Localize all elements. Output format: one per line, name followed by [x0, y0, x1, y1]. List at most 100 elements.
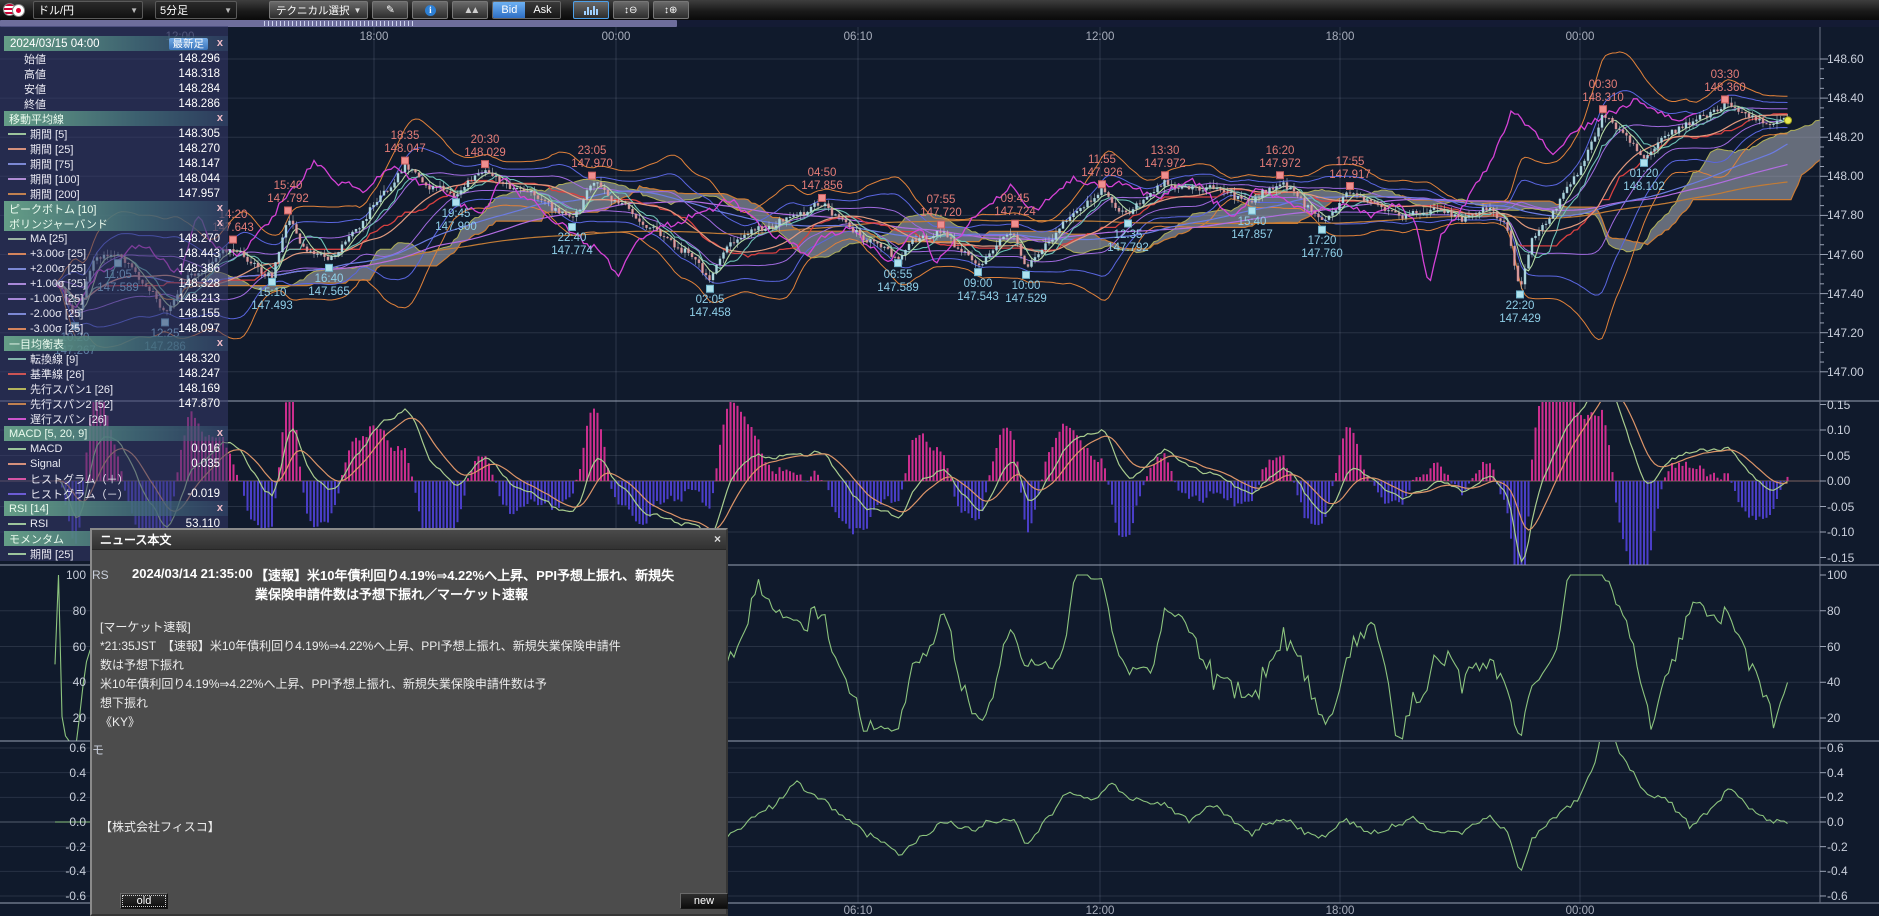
technical-select-button[interactable]: テクニカル選択 ▼	[269, 1, 368, 19]
zoom-in-button[interactable]: ↕⊕	[653, 1, 689, 19]
timeframe-select[interactable]: 5分足 ▼	[155, 1, 237, 19]
price-axis-label: 148.40	[1827, 91, 1864, 105]
macd-axis-label: -0.15	[1827, 551, 1854, 565]
indicator-value: 148.097	[178, 323, 220, 335]
bid-button[interactable]: Bid	[493, 2, 525, 18]
close-icon[interactable]: ×	[714, 532, 721, 546]
close-icon[interactable]: x	[217, 112, 223, 124]
line-color-swatch	[8, 478, 26, 480]
price-axis-label: 147.80	[1827, 208, 1864, 222]
peak-time-label: 13:30	[1127, 145, 1203, 157]
quote-header-row: 2024/03/15 04:00最新足x	[4, 36, 228, 51]
bottom-time-label: 10:00	[988, 280, 1064, 292]
news-headline-line1: 【速報】米10年債利回り4.19%⇒4.22%へ上昇、PPI予想上振れ、新規失	[255, 566, 727, 585]
peak-price-label: 147.917	[1312, 169, 1388, 181]
bottom-time-label: 15:40	[1214, 216, 1290, 228]
indicator-row: -2.00σ [25] 148.155	[4, 306, 228, 321]
close-icon[interactable]: x	[217, 37, 223, 49]
news-window-title: ニュース本文	[100, 531, 171, 548]
bottom-price-label: 147.529	[988, 293, 1064, 305]
indicator-value: 148.270	[178, 143, 220, 155]
mountain-chart-icon: ▲▲	[464, 5, 478, 16]
line-color-swatch	[8, 448, 26, 450]
indicator-row: 期間 [200]147.957	[4, 186, 228, 201]
waveform-icon	[584, 6, 598, 15]
quote-datetime: 2024/03/15 04:00	[10, 38, 100, 50]
peak-time-label: 23:05	[554, 145, 630, 157]
indicator-value: 148.247	[178, 368, 220, 380]
peak-price-label: 148.047	[367, 143, 443, 155]
time-label-bottom: 12:00	[1070, 905, 1130, 916]
quote-label: 高値	[24, 66, 46, 82]
peak-price-label: 147.856	[784, 180, 860, 192]
currency-pair-label: ドル/円	[38, 2, 74, 18]
peak-price-label: 147.720	[903, 207, 979, 219]
jp-flag-icon	[12, 4, 25, 17]
indicator-label: -2.00σ [25]	[30, 308, 83, 320]
close-icon[interactable]: x	[217, 217, 223, 229]
close-icon[interactable]: x	[217, 427, 223, 439]
chart-range-scrollbar[interactable]	[0, 20, 1879, 27]
indicator-row: -3.00σ [25]148.097	[4, 321, 228, 336]
peak-price-label: 147.972	[1242, 158, 1318, 170]
time-label-bottom: 00:00	[1550, 905, 1610, 916]
line-color-swatch	[8, 193, 26, 195]
news-window-titlebar[interactable]: ニュース本文 ×	[92, 530, 726, 550]
quote-row: 高値148.318	[4, 66, 228, 81]
line-color-swatch	[8, 523, 26, 525]
indicator-value: 148.147	[178, 158, 220, 170]
indicator-value: 148.270	[178, 233, 220, 245]
indicator-row: 基準線 [26]148.247	[4, 366, 228, 381]
line-color-swatch	[8, 388, 26, 390]
zoom-out-button[interactable]: ↕⊖	[613, 1, 649, 19]
quote-label: 始値	[24, 51, 46, 67]
indicator-section-title: 一目均衡表	[9, 336, 64, 352]
indicator-value: 147.957	[178, 188, 220, 200]
peak-price-label: 147.972	[1127, 158, 1203, 170]
indicator-value: 148.155	[178, 308, 220, 320]
ask-button[interactable]: Ask	[525, 2, 559, 18]
bottom-price-label: 147.565	[291, 286, 367, 298]
momentum-axis-label: 0.0	[1827, 815, 1844, 829]
indicator-label: 遅行スパン [26]	[30, 411, 107, 427]
peak-time-label: 04:50	[784, 167, 860, 179]
news-source: 【株式会社フィスコ】	[100, 818, 220, 835]
chart-type-button[interactable]: ▲▲	[452, 1, 488, 19]
momentum-left-axis-label: -0.6	[24, 889, 86, 903]
line-color-swatch	[8, 358, 26, 360]
time-label-top: 00:00	[1550, 31, 1610, 43]
indicator-value: 148.169	[178, 383, 220, 395]
indicator-row: 先行スパン1 [26]148.169	[4, 381, 228, 396]
line-color-swatch	[8, 553, 26, 555]
peak-time-label: 18:35	[367, 130, 443, 142]
close-icon[interactable]: x	[217, 502, 223, 514]
indicator-row: -1.00σ [25]148.213	[4, 291, 228, 306]
momentum-axis-label: 0.2	[1827, 790, 1844, 804]
draw-tool-button[interactable]: ✎	[372, 1, 408, 19]
info-button[interactable]: i	[412, 1, 448, 19]
older-news-button[interactable]: old	[120, 893, 168, 909]
macd-axis-label: 0.10	[1827, 423, 1850, 437]
bottom-time-label: 01:20	[1606, 168, 1682, 180]
newer-news-button[interactable]: new	[680, 893, 728, 909]
bottom-time-label: 16:40	[291, 273, 367, 285]
volume-display-button[interactable]	[573, 1, 609, 19]
quote-row: 始値148.296	[4, 51, 228, 66]
line-color-swatch	[8, 328, 26, 330]
time-label-top: 18:00	[344, 31, 404, 43]
price-axis-label: 147.00	[1827, 365, 1864, 379]
bottom-price-label: 147.458	[672, 307, 748, 319]
close-icon[interactable]: x	[217, 337, 223, 349]
indicator-row: +2.00σ [25]148.386	[4, 261, 228, 276]
zoom-out-icon: ↕⊖	[624, 5, 637, 16]
line-color-swatch	[8, 493, 26, 495]
bottom-price-label: 148.102	[1606, 181, 1682, 193]
indicator-section-title: モメンタム	[9, 531, 64, 547]
indicator-label: 期間 [5]	[30, 126, 67, 142]
peak-time-label: 17:55	[1312, 156, 1388, 168]
currency-pair-select[interactable]: ドル/円 ▼	[33, 1, 143, 19]
peak-price-label: 147.970	[554, 158, 630, 170]
close-icon[interactable]: x	[217, 202, 223, 214]
indicator-label: 期間 [25]	[30, 141, 73, 157]
line-color-swatch	[8, 253, 26, 255]
